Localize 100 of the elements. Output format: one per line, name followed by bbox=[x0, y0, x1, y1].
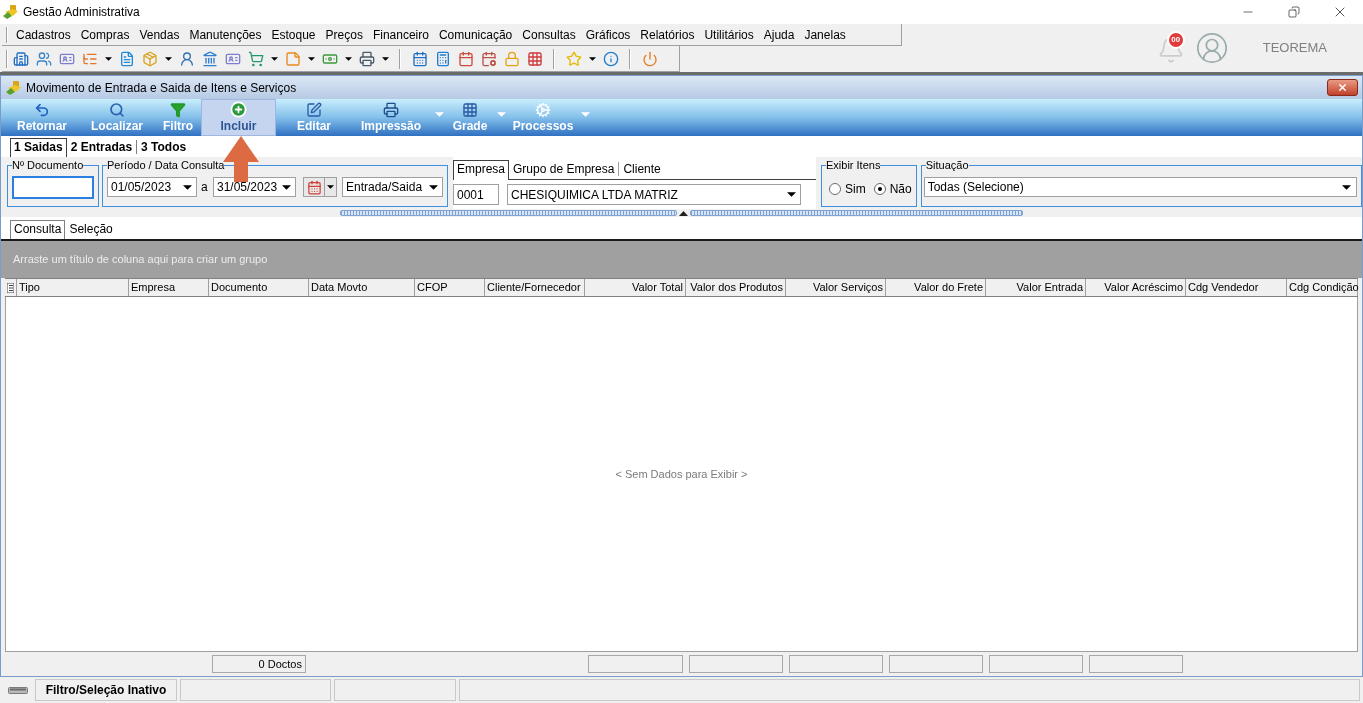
date-field[interactable]: 01/05/2023 bbox=[107, 177, 197, 197]
calendar-gear-icon[interactable] bbox=[480, 50, 497, 67]
cart-icon[interactable] bbox=[247, 50, 264, 67]
star-icon[interactable] bbox=[565, 50, 582, 67]
caret-down-icon[interactable] bbox=[327, 185, 334, 189]
menu-item[interactable]: Utilitários bbox=[699, 25, 759, 44]
grid-icon bbox=[462, 102, 478, 118]
summary-cell: 0 Doctos bbox=[212, 655, 306, 673]
search-icon bbox=[109, 102, 125, 118]
calendar-icon[interactable] bbox=[457, 50, 474, 67]
radio-label: Sim bbox=[845, 181, 866, 198]
group-label: Período / Data Consulta bbox=[107, 159, 225, 171]
column-header[interactable]: Valor Total bbox=[585, 279, 686, 296]
filter-icon bbox=[170, 102, 186, 118]
calendar-dropdown-button[interactable] bbox=[303, 177, 337, 197]
menu-item[interactable]: Cadastros bbox=[11, 25, 76, 44]
calendar-icon[interactable] bbox=[411, 50, 428, 67]
tab[interactable]: Consulta bbox=[10, 220, 66, 239]
menu-item[interactable]: Compras bbox=[75, 25, 135, 44]
plus-circle-icon bbox=[230, 101, 247, 118]
user-avatar-icon[interactable] bbox=[1194, 31, 1229, 65]
bank-icon[interactable] bbox=[201, 50, 218, 67]
company-code-field[interactable]: 0001 bbox=[453, 184, 499, 205]
add-button[interactable]: Incluir bbox=[201, 99, 276, 136]
caret-down-icon[interactable] bbox=[182, 184, 192, 190]
column-header[interactable]: Valor do Frete bbox=[886, 279, 986, 296]
menu-item[interactable]: Consultas bbox=[517, 25, 581, 44]
column-header[interactable]: CFOP bbox=[415, 279, 485, 296]
group-hint: Arraste um título de coluna aqui para criar um grupo bbox=[13, 252, 268, 268]
restore-icon[interactable] bbox=[1288, 6, 1300, 18]
column-header[interactable]: Tipo bbox=[17, 279, 129, 296]
menu-item[interactable]: Vendas bbox=[134, 25, 185, 44]
column-header[interactable]: Valor Acréscimo bbox=[1086, 279, 1186, 296]
form-title: Movimento de Entrada e Saida de Itens e Serviços bbox=[26, 79, 297, 97]
close-button[interactable] bbox=[1327, 79, 1358, 96]
column-header[interactable]: Cdg Vendedor bbox=[1186, 279, 1287, 296]
menu-item[interactable]: Comunicação bbox=[433, 25, 518, 44]
column-header[interactable]: Cdg Condição bbox=[1287, 279, 1358, 296]
caret-down-icon[interactable] bbox=[307, 56, 315, 61]
user-icon[interactable] bbox=[178, 50, 195, 67]
menu-item[interactable]: Manutenções bbox=[184, 25, 267, 44]
column-header[interactable]: Documento bbox=[209, 279, 309, 296]
grid-icon[interactable] bbox=[526, 50, 543, 67]
column-header[interactable]: Valor dos Produtos bbox=[686, 279, 786, 296]
gear-icon bbox=[535, 102, 551, 118]
group-label: Exibir Itens bbox=[826, 159, 881, 171]
group-label: Nº Documento bbox=[12, 159, 84, 171]
column-header[interactable]: Valor Serviços bbox=[786, 279, 886, 296]
menu-item[interactable]: Preços bbox=[320, 25, 368, 44]
menu-item[interactable]: Gráficos bbox=[580, 25, 636, 44]
document-number-field[interactable] bbox=[12, 176, 94, 199]
menu-item[interactable]: Ajuda bbox=[758, 25, 800, 44]
app-icon bbox=[3, 4, 19, 20]
menu-item[interactable]: Financeiro bbox=[367, 25, 434, 44]
close-icon bbox=[1337, 82, 1348, 93]
caret-down-icon[interactable] bbox=[164, 56, 172, 61]
column-header[interactable]: Empresa bbox=[129, 279, 209, 296]
caret-down-icon[interactable] bbox=[381, 56, 389, 61]
caret-down-icon[interactable] bbox=[104, 56, 112, 61]
building-icon[interactable] bbox=[12, 50, 29, 67]
note-icon[interactable] bbox=[284, 50, 301, 67]
company-dropdown[interactable]: CHESIQUIMICA LTDA MATRIZ bbox=[507, 184, 801, 205]
column-chooser-icon[interactable] bbox=[7, 282, 14, 293]
undo-arrow-icon bbox=[34, 102, 50, 118]
printer-icon[interactable] bbox=[358, 50, 375, 67]
caret-down-icon[interactable] bbox=[1342, 184, 1352, 190]
power-icon[interactable] bbox=[641, 50, 658, 67]
users-icon[interactable] bbox=[35, 50, 52, 67]
calculator-icon[interactable] bbox=[434, 50, 451, 67]
app-icon bbox=[6, 79, 22, 96]
filter-status: Filtro/Seleção Inativo bbox=[45, 682, 167, 699]
tab[interactable]: Cliente bbox=[619, 160, 665, 179]
caret-down-icon[interactable] bbox=[281, 184, 291, 190]
status-dropdown[interactable]: Todas (Selecione) bbox=[923, 177, 1357, 197]
movement-type-dropdown[interactable]: Entrada/Saida bbox=[342, 177, 443, 197]
range-separator: a bbox=[201, 179, 209, 196]
tab[interactable]: 1 Saidas bbox=[10, 138, 67, 157]
caret-down-icon[interactable] bbox=[344, 56, 352, 61]
tab[interactable]: 2 Entradas bbox=[66, 138, 137, 157]
column-header[interactable]: Valor Entrada bbox=[986, 279, 1086, 296]
caret-down-icon[interactable] bbox=[428, 184, 438, 190]
chevron-up-icon[interactable] bbox=[679, 210, 688, 216]
menu-item[interactable]: Janelas bbox=[799, 25, 851, 44]
tab[interactable]: Empresa bbox=[453, 160, 510, 180]
column-header[interactable]: Data Movto bbox=[309, 279, 415, 296]
caret-down-icon[interactable] bbox=[588, 56, 596, 61]
info-icon[interactable] bbox=[602, 50, 619, 67]
radio-button[interactable] bbox=[829, 183, 841, 195]
window-title: Gestão Administrativa bbox=[23, 4, 140, 21]
menu-item[interactable]: Estoque bbox=[266, 25, 321, 44]
document-icon[interactable] bbox=[118, 50, 135, 67]
tab[interactable]: Seleção bbox=[65, 220, 117, 239]
indicator-icon bbox=[7, 686, 28, 694]
caret-down-icon[interactable] bbox=[270, 56, 278, 61]
tab[interactable]: 3 Todos bbox=[137, 138, 191, 157]
column-header[interactable]: Cliente/Fornecedor bbox=[485, 279, 585, 296]
caret-down-icon[interactable] bbox=[786, 192, 796, 197]
radio-button[interactable] bbox=[873, 183, 886, 195]
tab[interactable]: Grupo de Empresa bbox=[509, 160, 619, 179]
menu-item[interactable]: Relatórios bbox=[635, 25, 700, 44]
